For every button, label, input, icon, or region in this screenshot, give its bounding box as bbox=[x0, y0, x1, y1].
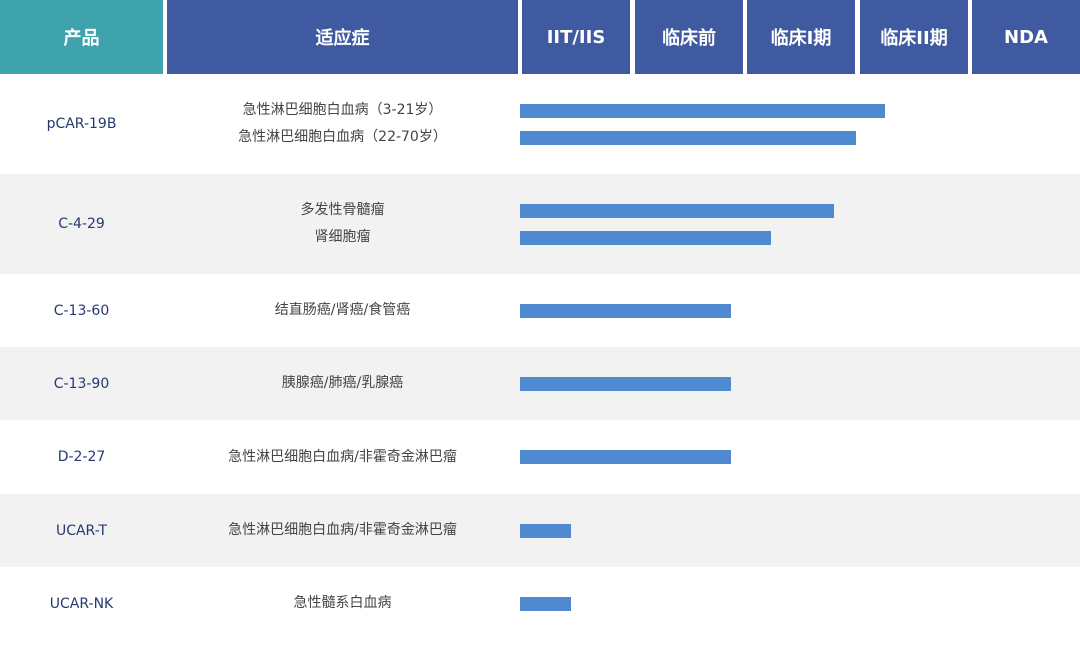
indication-cell: 多发性骨髓瘤 肾细胞瘤 bbox=[167, 174, 518, 274]
header-stage-nda: NDA bbox=[972, 0, 1080, 74]
indication-cell: 急性淋巴细胞白血病（3-21岁） 急性淋巴细胞白血病（22-70岁） bbox=[167, 74, 518, 174]
progress-bar bbox=[520, 303, 731, 318]
indication-cell: 胰腺癌/肺癌/乳腺癌 bbox=[167, 347, 518, 420]
header-stage-phase-1: 临床I期 bbox=[747, 0, 855, 74]
progress-bar bbox=[520, 103, 885, 118]
indication-label: 急性淋巴细胞白血病/非霍奇金淋巴瘤 bbox=[228, 448, 457, 465]
indication-label: 肾细胞瘤 bbox=[314, 229, 371, 245]
indication-cell: 急性髓系白血病 bbox=[167, 567, 518, 640]
product-name: D-2-27 bbox=[57, 449, 106, 465]
indication-label: 急性淋巴细胞白血病/非霍奇金淋巴瘤 bbox=[228, 522, 457, 538]
indication-label: 结直肠癌/肾癌/食管癌 bbox=[274, 302, 411, 318]
indication-label: 胰腺癌/肺癌/乳腺癌 bbox=[281, 375, 404, 391]
indication-cell: 结直肠癌/肾癌/食管癌 bbox=[167, 274, 518, 347]
header-stage-preclinical: 临床前 bbox=[635, 0, 743, 74]
progress-bar bbox=[520, 596, 572, 611]
indication-label: 急性髓系白血病 bbox=[293, 595, 392, 611]
header-stage-phase-2: 临床II期 bbox=[860, 0, 968, 74]
indication-label: 急性淋巴细胞白血病（22-70岁） bbox=[238, 129, 447, 145]
header-indication: 适应症 bbox=[167, 0, 518, 74]
product-name: pCAR-19B bbox=[46, 116, 117, 132]
product-name: C-13-90 bbox=[53, 375, 110, 392]
progress-bar bbox=[520, 230, 771, 245]
pipeline-chart: 产品 适应症 IIT/IIS 临床前 临床I期 临床II期 NDA pCAR-1… bbox=[0, 0, 1080, 645]
indication-label: 急性淋巴细胞白血病（3-21岁） bbox=[242, 102, 443, 118]
indication-cell: 急性淋巴细胞白血病/非霍奇金淋巴瘤 bbox=[167, 420, 518, 494]
header-stage-iit: IIT/IIS bbox=[522, 0, 630, 74]
product-name: UCAR-NK bbox=[49, 595, 114, 612]
product-name: C-4-29 bbox=[58, 216, 105, 232]
progress-bar bbox=[520, 523, 572, 538]
progress-bar bbox=[520, 130, 857, 145]
product-name: C-13-60 bbox=[53, 302, 110, 319]
product-name: UCAR-T bbox=[55, 522, 108, 539]
header-product: 产品 bbox=[0, 0, 163, 74]
indication-cell: 急性淋巴细胞白血病/非霍奇金淋巴瘤 bbox=[167, 494, 518, 567]
progress-bar bbox=[520, 203, 834, 218]
progress-bar bbox=[520, 376, 731, 391]
progress-bar bbox=[520, 450, 731, 464]
indication-label: 多发性骨髓瘤 bbox=[300, 202, 385, 218]
